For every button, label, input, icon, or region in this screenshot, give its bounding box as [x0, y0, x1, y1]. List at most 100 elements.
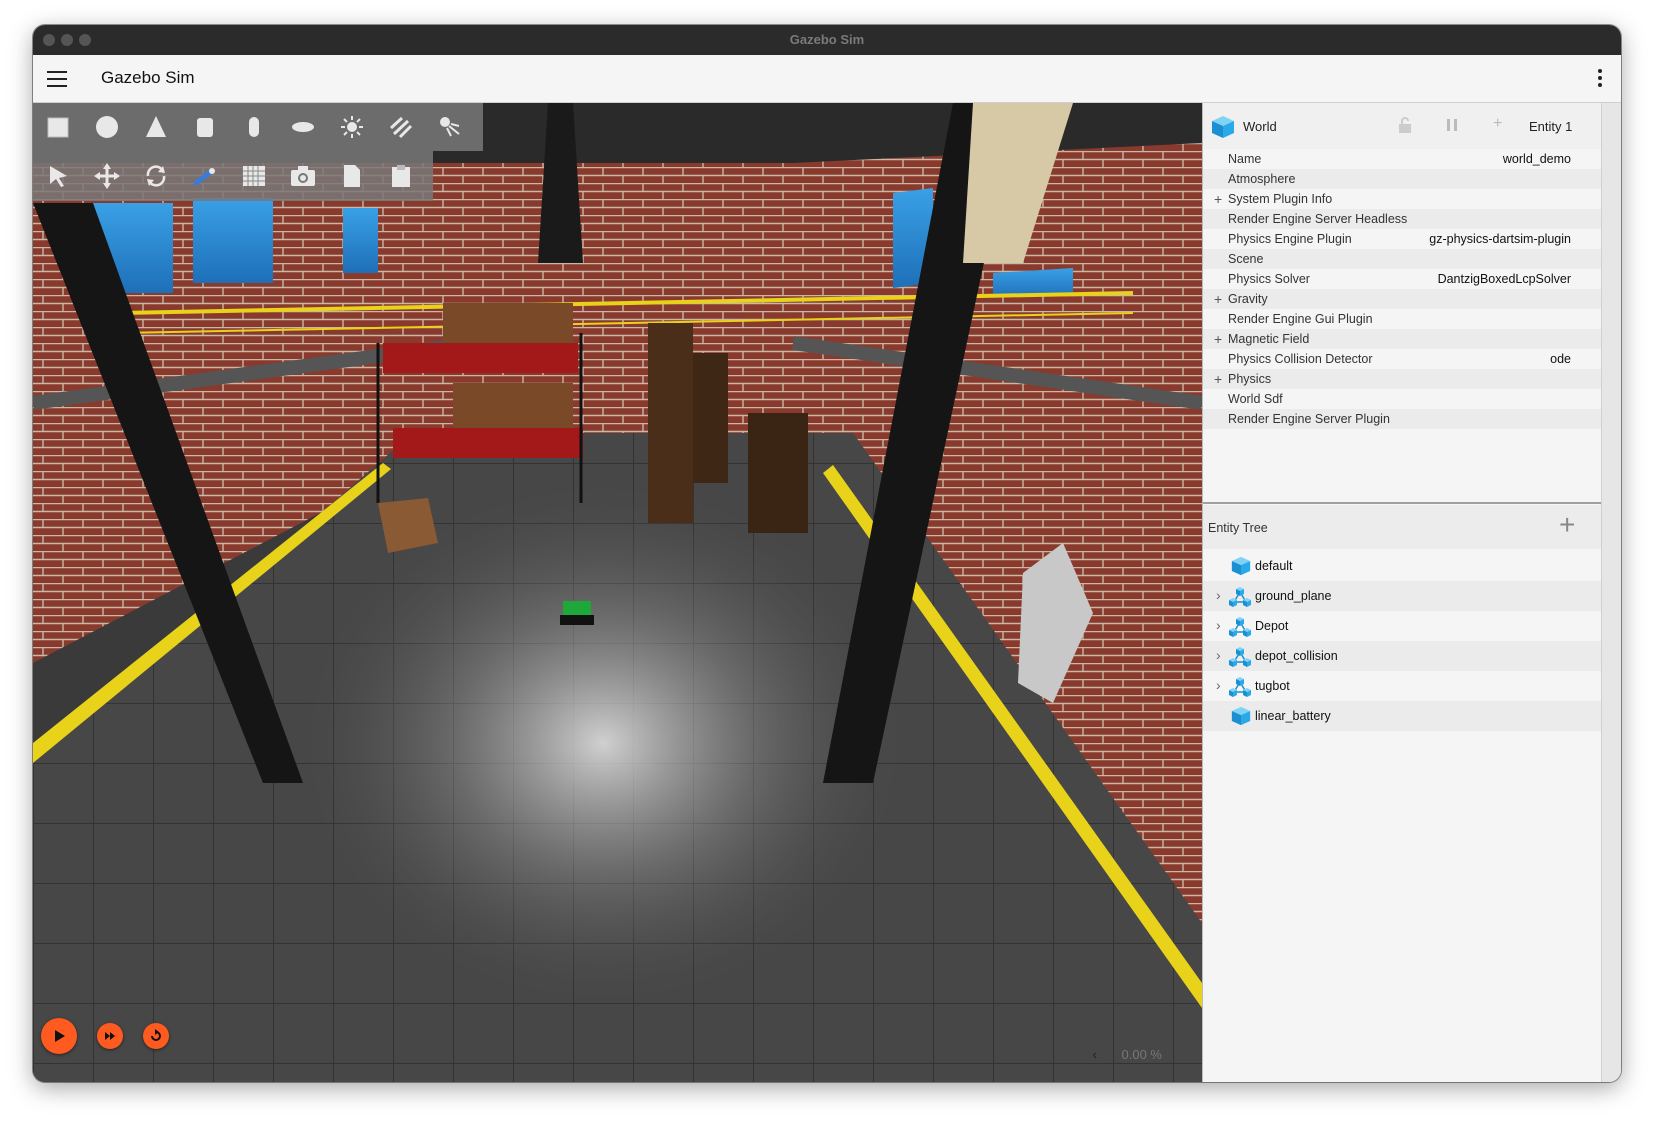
- component-label: Physics: [1228, 372, 1272, 386]
- right-panel: World + Entity 1 Name world_demo Atmospher…: [1202, 103, 1603, 1082]
- entity-tree-item[interactable]: › ground_plane: [1203, 581, 1603, 611]
- add-entity-button[interactable]: +: [1559, 511, 1575, 539]
- expand-icon[interactable]: +: [1214, 191, 1222, 207]
- translate-icon[interactable]: [82, 153, 131, 199]
- chevron-right-icon[interactable]: ›: [1216, 617, 1221, 633]
- component-row[interactable]: Render Engine Server Plugin: [1203, 409, 1603, 429]
- component-row[interactable]: Physics Collision Detector ode: [1203, 349, 1603, 369]
- component-row[interactable]: Render Engine Server Headless: [1203, 209, 1603, 229]
- component-label: Physics Solver: [1228, 272, 1310, 286]
- component-row[interactable]: Render Engine Gui Plugin: [1203, 309, 1603, 329]
- app-window: Gazebo Sim Gazebo Sim ‹ 0.00 % World + E…: [33, 25, 1621, 1082]
- component-label: Physics Engine Plugin: [1228, 232, 1352, 246]
- rotate-icon[interactable]: [131, 153, 180, 199]
- screenshot-icon[interactable]: [278, 153, 327, 199]
- component-row[interactable]: Physics Engine Plugin gz-physics-dartsim-…: [1203, 229, 1603, 249]
- shapes-toolbar: [33, 103, 483, 151]
- sphere-icon[interactable]: [82, 104, 131, 150]
- cone-icon[interactable]: [131, 104, 180, 150]
- component-value: ode: [1550, 352, 1571, 366]
- expand-icon[interactable]: +: [1214, 331, 1222, 347]
- component-row[interactable]: + System Plugin Info: [1203, 189, 1603, 209]
- expand-icon[interactable]: +: [1214, 291, 1222, 307]
- expand-icon[interactable]: +: [1214, 371, 1222, 387]
- world-label: World: [1243, 119, 1277, 134]
- box-icon[interactable]: [33, 104, 82, 150]
- component-row[interactable]: Atmosphere: [1203, 169, 1603, 189]
- component-label: Render Engine Server Plugin: [1228, 412, 1390, 426]
- cylinder-icon[interactable]: [180, 104, 229, 150]
- entity-name: default: [1255, 559, 1293, 573]
- grid-snap-icon[interactable]: [229, 153, 278, 199]
- component-row[interactable]: + Physics: [1203, 369, 1603, 389]
- playback-controls: [41, 1018, 189, 1054]
- entity-name: Depot: [1255, 619, 1289, 633]
- component-row[interactable]: Physics Solver DantzigBoxedLcpSolver: [1203, 269, 1603, 289]
- entity-name: linear_battery: [1255, 709, 1331, 723]
- pause-icon[interactable]: [1446, 118, 1458, 132]
- entity-tree-header: Entity Tree +: [1203, 505, 1603, 549]
- entity-label: Entity 1: [1529, 119, 1573, 134]
- select-icon[interactable]: [33, 153, 82, 199]
- component-row[interactable]: World Sdf: [1203, 389, 1603, 409]
- entity-tree-item[interactable]: › tugbot: [1203, 671, 1603, 701]
- entity-tree-item[interactable]: linear_battery: [1203, 701, 1603, 731]
- entity-tree-item[interactable]: › Depot: [1203, 611, 1603, 641]
- reset-icon: [151, 1029, 161, 1041]
- model-icon: [1229, 646, 1251, 671]
- model-icon: [1229, 616, 1251, 641]
- entity-tree-item[interactable]: default: [1203, 551, 1603, 581]
- component-list: Name world_demo Atmosphere + System Plugin I…: [1203, 149, 1603, 429]
- model-icon: [1229, 586, 1251, 611]
- warehouse-render: [33, 103, 1202, 1082]
- component-label: Name: [1228, 152, 1262, 166]
- component-value: DantzigBoxedLcpSolver: [1437, 272, 1571, 286]
- directional-light-icon[interactable]: [376, 104, 425, 150]
- component-label: Atmosphere: [1228, 172, 1296, 186]
- add-icon[interactable]: +: [1493, 115, 1502, 133]
- ellipsoid-icon[interactable]: [278, 104, 327, 150]
- copy-icon[interactable]: [327, 153, 376, 199]
- cube-icon: [1231, 706, 1251, 729]
- tools-toolbar: [33, 151, 433, 201]
- spot-light-icon[interactable]: [425, 104, 474, 150]
- cube-icon: [1231, 556, 1251, 579]
- component-row[interactable]: + Magnetic Field: [1203, 329, 1603, 349]
- component-row[interactable]: Name world_demo: [1203, 149, 1603, 169]
- component-label: Physics Collision Detector: [1228, 352, 1373, 366]
- component-label: Render Engine Gui Plugin: [1228, 312, 1373, 326]
- reset-button[interactable]: [143, 1023, 169, 1049]
- entity-tree-list: default › ground_plane › Depot › depot_collisi…: [1203, 551, 1603, 731]
- component-value: world_demo: [1502, 152, 1571, 166]
- lock-icon[interactable]: [1398, 117, 1412, 133]
- window-title: Gazebo Sim: [789, 32, 865, 47]
- entity-tree-item[interactable]: › depot_collision: [1203, 641, 1603, 671]
- play-button[interactable]: [41, 1018, 77, 1054]
- component-label: Render Engine Server Headless: [1228, 212, 1408, 226]
- app-bar: Gazebo Sim: [33, 55, 1621, 103]
- play-icon: [55, 1030, 65, 1042]
- chevron-right-icon[interactable]: ›: [1216, 587, 1221, 603]
- component-label: Scene: [1228, 252, 1264, 266]
- more-options-icon[interactable]: [1597, 69, 1603, 89]
- paste-icon[interactable]: [376, 153, 425, 199]
- title-bar: Gazebo Sim: [33, 25, 1621, 56]
- real-time-factor: 0.00 %: [1121, 1047, 1162, 1062]
- model-icon: [1229, 676, 1251, 701]
- capsule-icon[interactable]: [229, 104, 278, 150]
- app-title: Gazebo Sim: [101, 68, 195, 87]
- component-row[interactable]: + Gravity: [1203, 289, 1603, 309]
- step-button[interactable]: [97, 1023, 123, 1049]
- component-row[interactable]: Scene: [1203, 249, 1603, 269]
- point-light-icon[interactable]: [327, 104, 376, 150]
- panel-scrollbar[interactable]: [1601, 103, 1621, 1082]
- panel-divider[interactable]: [1203, 502, 1603, 504]
- transform-control-icon[interactable]: [180, 153, 229, 199]
- menu-icon[interactable]: [47, 71, 67, 87]
- 3d-scene-view[interactable]: ‹ 0.00 %: [33, 103, 1202, 1082]
- entity-name: tugbot: [1255, 679, 1290, 693]
- chevron-right-icon[interactable]: ›: [1216, 677, 1221, 693]
- rtf-expand-chevron[interactable]: ‹: [1092, 1046, 1097, 1062]
- chevron-right-icon[interactable]: ›: [1216, 647, 1221, 663]
- world-cube-icon: [1212, 116, 1234, 138]
